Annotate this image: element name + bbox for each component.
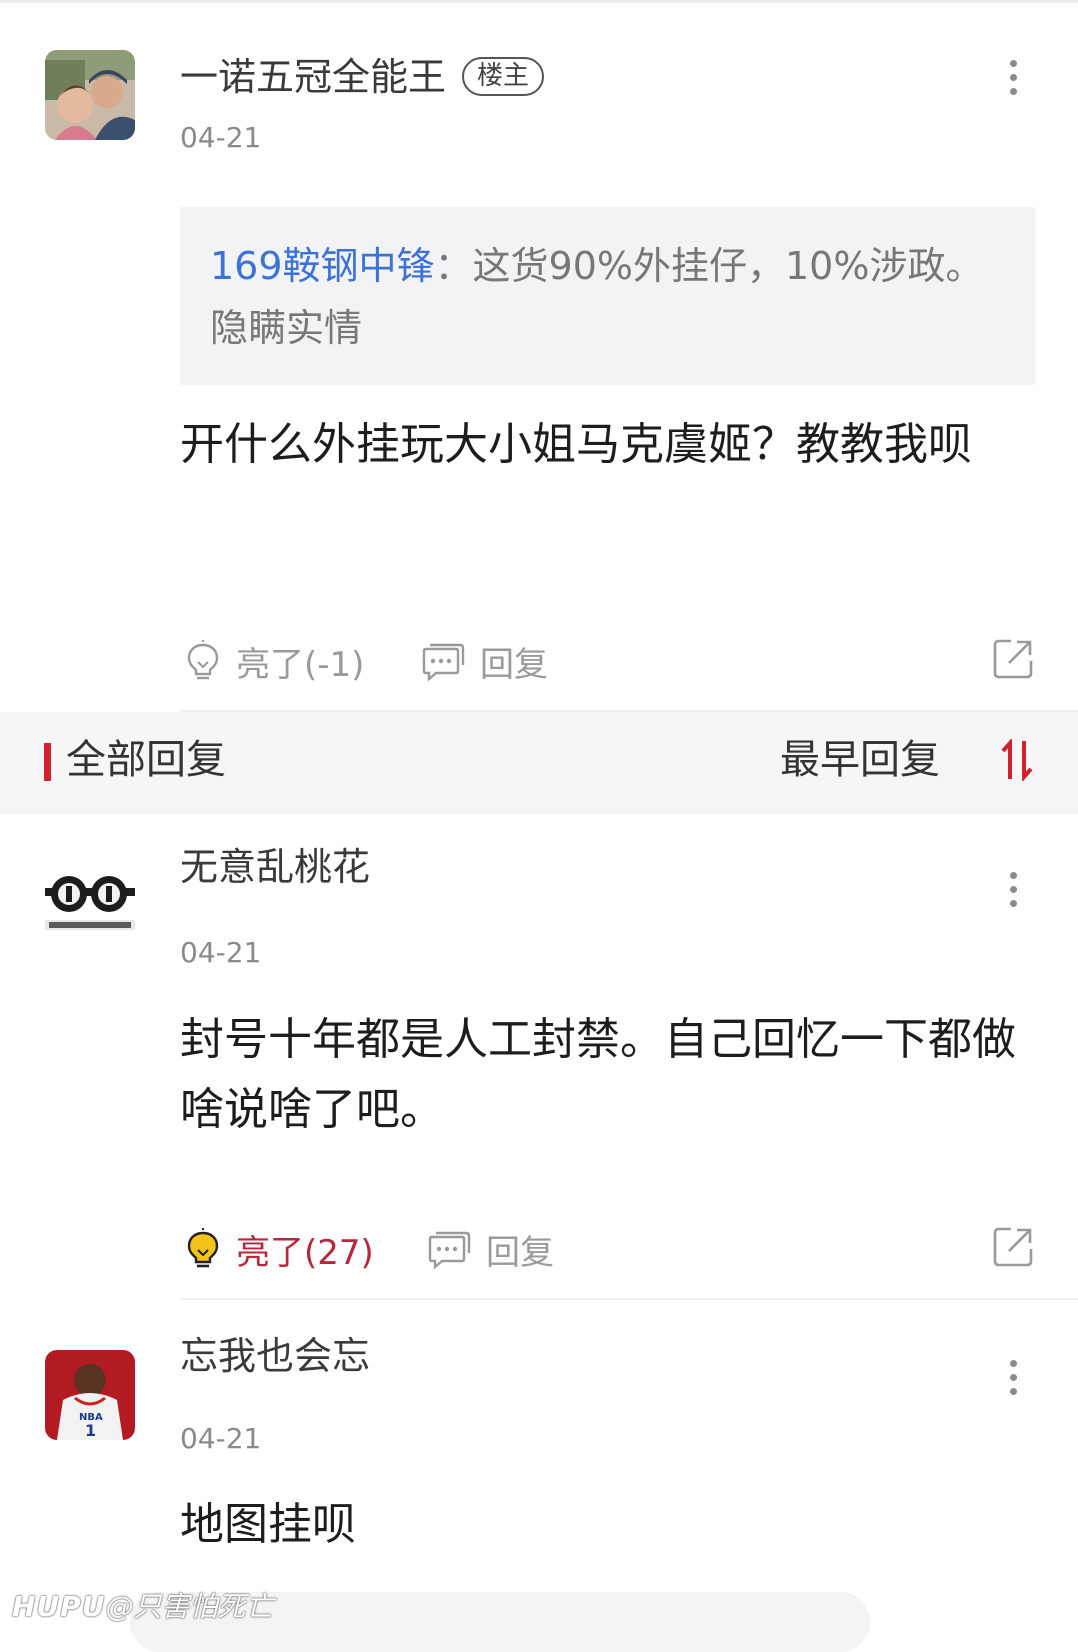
username[interactable]: 忘我也会忘 [180,1337,370,1375]
action-bar: 亮了(-1) 回复 [180,631,1035,691]
share-icon[interactable] [991,637,1035,685]
username[interactable]: 一诺五冠全能王 楼主 [180,56,545,97]
reply-button[interactable]: 回复 [420,631,548,691]
more-icon[interactable] [1010,872,1020,914]
quote-separator: ： [434,244,473,288]
reply-label: 回复 [486,1232,554,1273]
lightbulb-icon [187,640,219,680]
divider [180,1298,1078,1300]
post-date: 04-21 [180,121,262,154]
section-title: 全部回复 [66,737,226,783]
like-button[interactable]: 亮了(-1) [184,631,364,691]
section-accent [44,743,51,781]
lightbulb-icon [187,1228,219,1268]
watermark-user: @只害怕死亡 [105,1590,274,1623]
comment-icon [428,1231,471,1269]
watermark: HUPU@只害怕死亡 [12,1585,273,1625]
reply-content: 封号十年都是人工封禁。自己回忆一下都做啥说啥了吧。 [180,1014,1016,1135]
reply-date: 04-21 [180,936,262,969]
post-content: 开什么外挂玩大小姐马克虞姬？教教我呗 [180,419,972,470]
op-badge: 楼主 [462,56,545,97]
action-bar: 亮了(27) 回复 [180,1219,1035,1279]
like-label: 亮了(-1) [236,644,365,685]
sort-button[interactable]: 最早回复 [780,740,940,780]
avatar[interactable]: NBA 1 [45,1350,135,1440]
quoted-reply[interactable]: 169鞍钢中锋：这货90%外挂仔，10%涉政。隐瞒实情 [180,207,1035,385]
username[interactable]: 无意乱桃花 [180,848,370,886]
like-button[interactable]: 亮了(27) [184,1219,374,1279]
reply-label: 回复 [480,644,548,685]
watermark-brand: HUPU [12,1590,106,1623]
sort-icon[interactable] [1000,739,1034,781]
more-icon[interactable] [1010,60,1020,102]
quoted-username[interactable]: 169鞍钢中锋 [210,244,435,288]
top-divider [0,0,1078,3]
reply-content: 地图挂呗 [180,1499,356,1550]
avatar[interactable] [45,860,135,950]
all-replies-header: 全部回复 最早回复 [0,712,1078,814]
more-icon[interactable] [1010,1360,1020,1402]
svg-text:1: 1 [85,1421,96,1440]
comment-icon [422,643,465,681]
avatar[interactable] [45,50,135,140]
share-icon[interactable] [991,1225,1035,1273]
like-label: 亮了(27) [236,1232,374,1273]
reply-button[interactable]: 回复 [426,1219,554,1279]
reply-date: 04-21 [180,1422,262,1455]
